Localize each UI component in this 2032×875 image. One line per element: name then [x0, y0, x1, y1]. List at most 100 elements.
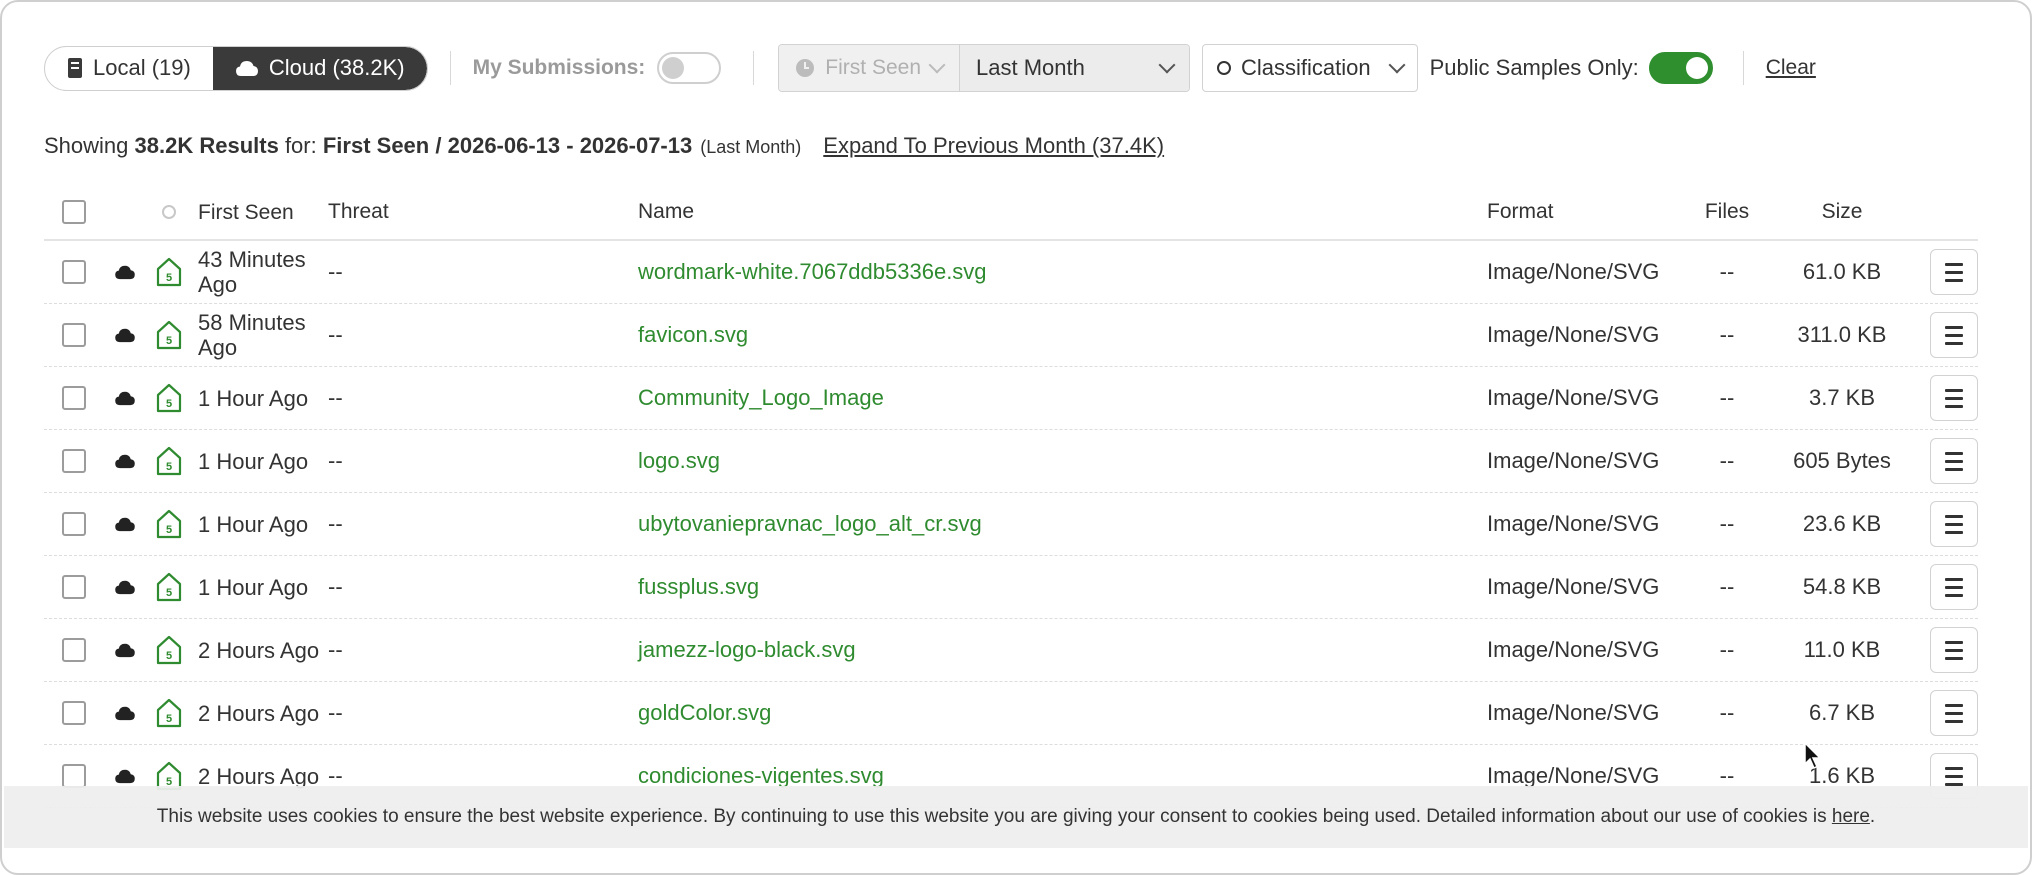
summary-prefix: Showing — [44, 133, 129, 158]
public-samples-label: Public Samples Only: — [1429, 55, 1639, 80]
cookie-text: This website uses cookies to ensure the … — [156, 806, 1827, 827]
cell-name-link[interactable]: condiciones-vigentes.svg — [638, 763, 884, 788]
table-row[interactable]: 5 1 Hour Ago -- Community_Logo_Image Ima… — [44, 367, 1978, 430]
cell-format: Image/None/SVG — [1487, 259, 1660, 284]
row-menu-button[interactable] — [1930, 627, 1978, 673]
cell-size: 11.0 KB — [1803, 637, 1881, 662]
row-checkbox[interactable] — [62, 638, 86, 662]
cell-name-link[interactable]: logo.svg — [638, 448, 720, 473]
column-header-first-seen[interactable]: First Seen — [192, 200, 328, 225]
cloud-icon — [115, 706, 135, 721]
circle-icon — [1217, 61, 1231, 75]
filter-toolbar: Local (19) Cloud (38.2K) My Submissions:… — [44, 44, 2030, 92]
cell-name-link[interactable]: goldColor.svg — [638, 700, 771, 725]
cloud-tab[interactable]: Cloud (38.2K) — [212, 46, 427, 90]
cell-files: -- — [1719, 322, 1735, 347]
cell-format: Image/None/SVG — [1487, 322, 1660, 347]
local-tab[interactable]: Local (19) — [45, 47, 213, 90]
date-range-select[interactable]: Last Month — [960, 45, 1189, 91]
column-header-files[interactable]: Files — [1687, 200, 1767, 224]
column-header-size[interactable]: Size — [1767, 200, 1917, 224]
chevron-down-icon — [928, 56, 946, 74]
row-checkbox[interactable] — [62, 386, 86, 410]
hamburger-menu-icon — [1945, 388, 1963, 392]
my-submissions-toggle[interactable] — [657, 52, 722, 84]
cell-name-link[interactable]: ubytovaniepravnac_logo_alt_cr.svg — [638, 511, 982, 536]
row-menu-button[interactable] — [1930, 564, 1978, 610]
file-type-badge-icon: 5 — [156, 446, 182, 476]
cloud-icon — [115, 454, 135, 469]
hamburger-menu-icon — [1945, 262, 1963, 266]
row-checkbox[interactable] — [62, 260, 86, 284]
cell-name-link[interactable]: fussplus.svg — [638, 574, 759, 599]
cell-first-seen: 2 Hours Ago — [198, 637, 320, 663]
table-row[interactable]: 5 2 Hours Ago -- jamezz-logo-black.svg I… — [44, 619, 1978, 682]
divider — [449, 51, 451, 85]
cell-name-link[interactable]: favicon.svg — [638, 322, 748, 347]
row-badge-number: 5 — [166, 650, 172, 662]
clear-filters-link[interactable]: Clear — [1766, 56, 1816, 80]
cell-name-link[interactable]: jamezz-logo-black.svg — [638, 637, 856, 662]
row-menu-button[interactable] — [1930, 501, 1978, 547]
divider — [1742, 51, 1744, 85]
mouse-cursor-icon — [1804, 742, 1822, 770]
file-type-badge-icon: 5 — [156, 257, 182, 287]
cell-format: Image/None/SVG — [1487, 385, 1660, 410]
expand-previous-month-link[interactable]: Expand To Previous Month (37.4K) — [823, 133, 1164, 159]
row-checkbox[interactable] — [62, 575, 86, 599]
cloud-icon — [115, 643, 135, 658]
row-menu-button[interactable] — [1930, 375, 1978, 421]
hamburger-menu-icon — [1945, 703, 1963, 707]
table-row[interactable]: 5 1 Hour Ago -- ubytovaniepravnac_logo_a… — [44, 493, 1978, 556]
cloud-icon — [115, 580, 135, 595]
table-row[interactable]: 5 1 Hour Ago -- fussplus.svg Image/None/… — [44, 556, 1978, 619]
column-header-name[interactable]: Name — [638, 200, 1487, 224]
row-menu-button[interactable] — [1930, 690, 1978, 736]
cookie-info-link[interactable]: here — [1832, 806, 1870, 828]
file-type-badge-icon: 5 — [156, 509, 182, 539]
table-row[interactable]: 5 2 Hours Ago -- goldColor.svg Image/Non… — [44, 682, 1978, 745]
cell-name-link[interactable]: wordmark-white.7067ddb5336e.svg — [638, 259, 987, 284]
summary-for-label: for: — [284, 133, 317, 158]
cell-format: Image/None/SVG — [1487, 511, 1660, 536]
hamburger-menu-icon — [1945, 514, 1963, 518]
cell-threat: -- — [328, 322, 343, 347]
cell-name-link[interactable]: Community_Logo_Image — [638, 385, 884, 410]
cell-threat: -- — [328, 637, 343, 662]
select-all-checkbox[interactable] — [62, 200, 86, 224]
hamburger-menu-icon — [1945, 451, 1963, 455]
column-header-threat[interactable]: Threat — [328, 200, 638, 224]
app-window: Local (19) Cloud (38.2K) My Submissions:… — [0, 0, 2032, 875]
table-row[interactable]: 5 1 Hour Ago -- logo.svg Image/None/SVG … — [44, 430, 1978, 493]
row-checkbox[interactable] — [62, 701, 86, 725]
chevron-down-icon — [1158, 56, 1176, 74]
public-samples-toggle[interactable] — [1648, 52, 1713, 84]
date-type-select[interactable]: First Seen — [779, 45, 960, 91]
summary-date-range: 2026-06-13 - 2026-07-13 — [447, 133, 693, 158]
hamburger-menu-icon — [1945, 766, 1963, 770]
row-menu-button[interactable] — [1930, 249, 1978, 295]
row-checkbox[interactable] — [62, 323, 86, 347]
row-badge-number: 5 — [166, 335, 172, 347]
cell-first-seen: 1 Hour Ago — [198, 574, 309, 600]
cloud-icon — [115, 328, 135, 343]
results-summary: Showing 38.2K Results for: First Seen / … — [44, 133, 1164, 159]
row-badge-number: 5 — [166, 524, 172, 536]
row-checkbox[interactable] — [62, 512, 86, 536]
cell-size: 54.8 KB — [1802, 574, 1882, 599]
cell-format: Image/None/SVG — [1487, 700, 1660, 725]
file-type-badge-icon: 5 — [156, 383, 182, 413]
table-row[interactable]: 5 43 Minutes Ago -- wordmark-white.7067d… — [44, 241, 1978, 304]
classification-dropdown[interactable]: Classification — [1202, 44, 1418, 92]
row-checkbox[interactable] — [62, 449, 86, 473]
source-segmented-control: Local (19) Cloud (38.2K) — [44, 45, 428, 91]
summary-filter-field: First Seen — [322, 133, 430, 158]
file-type-badge-icon: 5 — [156, 635, 182, 665]
column-header-format[interactable]: Format — [1487, 200, 1687, 224]
row-checkbox[interactable] — [62, 764, 86, 788]
row-badge-number: 5 — [166, 461, 172, 473]
row-menu-button[interactable] — [1930, 438, 1978, 484]
table-row[interactable]: 5 58 Minutes Ago -- favicon.svg Image/No… — [44, 304, 1978, 367]
row-menu-button[interactable] — [1930, 312, 1978, 358]
cell-size: 6.7 KB — [1808, 700, 1876, 725]
